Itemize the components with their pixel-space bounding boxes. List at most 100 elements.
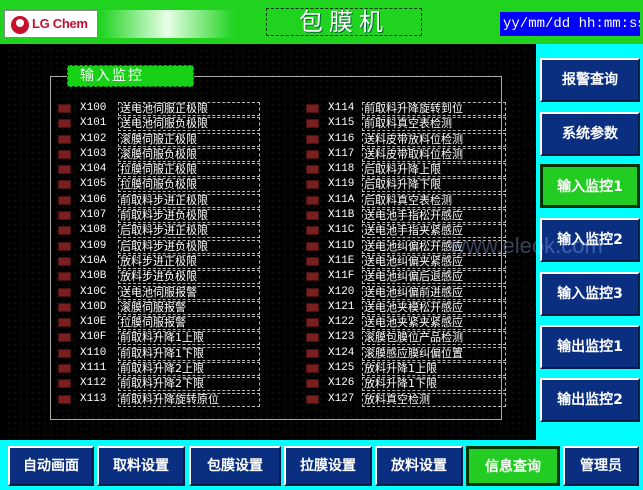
status-indicator-icon [306, 226, 319, 236]
tab-film-pull-settings[interactable]: 拉膜设置 [284, 446, 372, 486]
input-description: 送电池手指夹紧感应 [362, 224, 506, 239]
input-address: X126 [328, 377, 355, 390]
status-indicator-icon [306, 364, 319, 374]
status-indicator-icon [306, 211, 319, 221]
input-address: X127 [328, 392, 355, 405]
input-address: X121 [328, 300, 355, 313]
status-indicator-icon [306, 394, 319, 404]
status-indicator-icon [58, 211, 71, 221]
status-indicator-icon [306, 333, 319, 343]
status-indicator-icon [58, 287, 71, 297]
input-description: 送电池夹模松开感应 [362, 300, 506, 315]
tab-info-query[interactable]: 信息查询 [466, 446, 560, 486]
status-indicator-icon [58, 195, 71, 205]
input-address: X120 [328, 285, 355, 298]
input-address: X118 [328, 163, 355, 176]
side-btn-input-monitor-3[interactable]: 输入监控3 [540, 272, 640, 316]
input-description: 送电池手指松开感应 [362, 209, 506, 224]
input-description: 拉膜伺服正极限 [118, 163, 260, 178]
input-address: X100 [80, 102, 107, 114]
input-description: 送电池伺服负极限 [118, 117, 260, 132]
input-description: 前取料升降2下限 [118, 377, 260, 392]
status-indicator-icon [58, 394, 71, 404]
input-address: X11B [328, 209, 355, 222]
status-indicator-icon [306, 348, 319, 358]
input-address: X101 [80, 117, 107, 130]
input-description: 放料升降1上限 [362, 362, 506, 377]
input-description: 滚膜包膜位产品检测 [362, 331, 506, 346]
input-address: X10A [80, 254, 107, 267]
side-btn-alarm-query[interactable]: 报警查询 [540, 58, 640, 102]
input-address: X110 [80, 346, 107, 359]
input-description: 后取料真空表检测 [362, 193, 506, 208]
status-indicator-icon [58, 104, 71, 113]
input-address: X11F [328, 270, 355, 283]
side-nav: 报警查询 系统参数 输入监控1 输入监控2 输入监控3 输出监控1 输出监控2 [536, 44, 643, 440]
header-gradient-bar [100, 10, 234, 38]
input-address: X119 [328, 178, 355, 191]
input-address: X10B [80, 270, 107, 283]
input-description: 送料皮带取料位检测 [362, 147, 506, 162]
input-description: 拉膜伺服报警 [118, 316, 260, 331]
input-description: 送电池伺服正极限 [118, 102, 260, 116]
datetime-display: yy/mm/dd hh:mm:ss [500, 12, 640, 36]
input-description: 拉膜伺服负极限 [118, 178, 260, 193]
side-btn-input-monitor-2[interactable]: 输入监控2 [540, 218, 640, 262]
input-description: 送电池纠偏前进感应 [362, 285, 506, 300]
side-btn-output-monitor-1[interactable]: 输出监控1 [540, 325, 640, 369]
status-indicator-icon [58, 165, 71, 175]
input-description: 前取料升降旋转到位 [362, 102, 506, 116]
input-address: X11A [328, 193, 355, 206]
input-description: 放料步进负极限 [118, 270, 260, 285]
input-address: X114 [328, 102, 355, 114]
input-description: 后取料步进负极限 [118, 239, 260, 254]
status-indicator-icon [58, 149, 71, 159]
input-description: 滚膜伺服正极限 [118, 132, 260, 147]
input-description: 前取料升降1上限 [118, 331, 260, 346]
status-indicator-icon [306, 165, 319, 175]
status-indicator-icon [58, 226, 71, 236]
input-description: 前取料真空表检测 [362, 117, 506, 132]
input-description: 后取料步进正极限 [118, 224, 260, 239]
input-address: X115 [328, 117, 355, 130]
tab-admin[interactable]: 管理员 [563, 446, 639, 486]
lg-logo-icon [11, 16, 29, 34]
status-indicator-icon [58, 241, 71, 251]
status-indicator-icon [58, 333, 71, 343]
input-address: X11C [328, 224, 355, 237]
tab-place-settings[interactable]: 放料设置 [375, 446, 463, 486]
input-address: X116 [328, 132, 355, 145]
status-indicator-icon [306, 287, 319, 297]
input-address: X124 [328, 346, 355, 359]
page-title: 包膜机 [266, 8, 422, 36]
input-description: 送电池纠偏后退感应 [362, 270, 506, 285]
status-indicator-icon [306, 134, 319, 144]
status-indicator-icon [306, 119, 319, 129]
input-address: X123 [328, 331, 355, 344]
bottom-tab-bar: 自动画面 取料设置 包膜设置 拉膜设置 放料设置 信息查询 管理员 [0, 440, 643, 490]
input-address: X106 [80, 193, 107, 206]
side-btn-input-monitor-1[interactable]: 输入监控1 [540, 164, 640, 208]
input-description: 送电池纠偏松开感应 [362, 239, 506, 254]
input-address: X109 [80, 239, 107, 252]
tab-pick-settings[interactable]: 取料设置 [97, 446, 185, 486]
input-address: X10E [80, 316, 107, 329]
tab-auto-screen[interactable]: 自动画面 [8, 446, 94, 486]
input-address: X104 [80, 163, 107, 176]
input-description: 前取料升降旋转原位 [118, 392, 260, 407]
side-btn-system-params[interactable]: 系统参数 [540, 112, 640, 156]
status-indicator-icon [306, 302, 319, 312]
status-indicator-icon [306, 180, 319, 190]
status-indicator-icon [306, 379, 319, 389]
status-indicator-icon [306, 318, 319, 328]
input-address: X122 [328, 316, 355, 329]
input-description: 滚膜伺服报警 [118, 300, 260, 315]
status-indicator-icon [306, 149, 319, 159]
status-indicator-icon [58, 302, 71, 312]
input-address: X10F [80, 331, 107, 344]
input-address: X113 [80, 392, 107, 405]
side-btn-output-monitor-2[interactable]: 输出监控2 [540, 378, 640, 422]
input-description: 送电池伺服报警 [118, 285, 260, 300]
tab-wrap-settings[interactable]: 包膜设置 [189, 446, 281, 486]
status-indicator-icon [58, 348, 71, 358]
